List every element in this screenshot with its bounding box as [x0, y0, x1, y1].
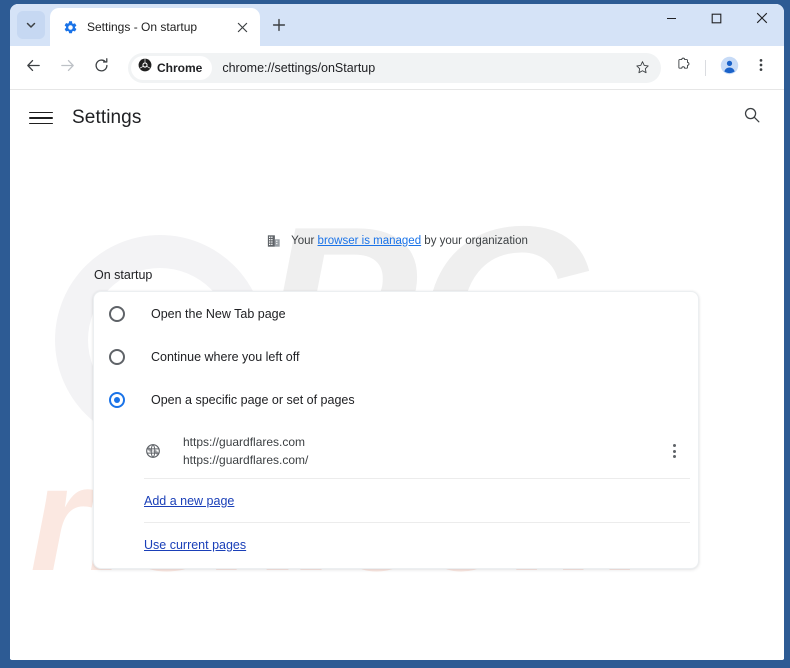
- tab-strip: Settings - On startup: [10, 4, 784, 46]
- chrome-chip-label: Chrome: [157, 61, 202, 75]
- chevron-down-icon: [25, 19, 37, 31]
- radio-label: Continue where you left off: [151, 350, 299, 364]
- browser-window: Settings - On startup: [10, 4, 784, 660]
- add-new-page-row[interactable]: Add a new page: [144, 479, 690, 523]
- star-icon[interactable]: [629, 55, 655, 81]
- settings-search-button[interactable]: [739, 104, 765, 130]
- hamburger-menu-icon[interactable]: [29, 106, 53, 130]
- on-startup-card: Open the New Tab page Continue where you…: [93, 291, 699, 569]
- startup-page-title: https://guardflares.com: [183, 433, 662, 451]
- radio-button[interactable]: [109, 306, 125, 322]
- settings-page: PC risk.com Settings: [10, 90, 784, 659]
- section-title: On startup: [94, 268, 152, 282]
- plus-icon: [272, 18, 286, 37]
- settings-gear-icon: [62, 19, 78, 35]
- minimize-button[interactable]: [649, 4, 694, 36]
- browser-menu-button[interactable]: [746, 53, 776, 83]
- managed-prefix: Your: [291, 235, 317, 247]
- maximize-icon: [711, 11, 722, 29]
- browser-tab[interactable]: Settings - On startup: [50, 8, 260, 46]
- close-window-button[interactable]: [739, 4, 784, 36]
- forward-arrow-icon: [59, 57, 76, 79]
- browser-window-frame: Settings - On startup: [0, 0, 790, 668]
- managed-banner: Your browser is managed by your organiza…: [10, 233, 784, 249]
- startup-page-menu-button[interactable]: [662, 439, 686, 463]
- globe-icon: [144, 442, 162, 460]
- reload-button[interactable]: [86, 53, 116, 83]
- settings-header: Settings: [10, 90, 784, 146]
- profile-button[interactable]: [714, 53, 744, 83]
- forward-button[interactable]: [52, 53, 82, 83]
- managed-text: Your browser is managed by your organiza…: [291, 235, 528, 247]
- puzzle-piece-icon: [676, 57, 692, 78]
- three-dot-menu-icon: [754, 58, 768, 77]
- radio-option-new-tab-page[interactable]: Open the New Tab page: [94, 292, 698, 335]
- use-current-pages-link[interactable]: Use current pages: [144, 538, 246, 552]
- radio-button-selected[interactable]: [109, 392, 125, 408]
- startup-page-text: https://guardflares.com https://guardfla…: [183, 433, 662, 469]
- toolbar-divider: [705, 60, 706, 76]
- chrome-logo-icon: [138, 58, 152, 77]
- tab-search-button[interactable]: [17, 11, 45, 39]
- minimize-icon: [666, 11, 677, 29]
- back-arrow-icon: [25, 57, 42, 79]
- startup-page-row: https://guardflares.com https://guardfla…: [144, 424, 690, 479]
- radio-option-specific-pages[interactable]: Open a specific page or set of pages: [94, 378, 698, 421]
- maximize-button[interactable]: [694, 4, 739, 36]
- radio-option-continue-where-left-off[interactable]: Continue where you left off: [94, 335, 698, 378]
- url-text[interactable]: chrome://settings/onStartup: [222, 61, 629, 75]
- three-dot-menu-icon: [673, 450, 676, 453]
- window-controls: [649, 4, 784, 46]
- close-icon[interactable]: [232, 17, 252, 37]
- use-current-pages-row[interactable]: Use current pages: [144, 523, 690, 566]
- radio-label: Open a specific page or set of pages: [151, 393, 355, 407]
- page-title: Settings: [72, 107, 141, 129]
- profile-avatar-icon: [720, 56, 739, 80]
- back-button[interactable]: [18, 53, 48, 83]
- extensions-button[interactable]: [669, 53, 699, 83]
- managed-link[interactable]: browser is managed: [318, 235, 422, 247]
- address-bar[interactable]: Chrome chrome://settings/onStartup: [128, 53, 661, 83]
- add-new-page-link[interactable]: Add a new page: [144, 494, 234, 508]
- radio-button[interactable]: [109, 349, 125, 365]
- tab-title: Settings - On startup: [87, 20, 232, 34]
- startup-page-url: https://guardflares.com/: [183, 451, 662, 469]
- reload-icon: [93, 57, 110, 79]
- office-building-icon: [266, 233, 282, 249]
- radio-label: Open the New Tab page: [151, 307, 286, 321]
- close-icon: [756, 11, 768, 29]
- new-tab-button[interactable]: [266, 14, 292, 40]
- chrome-origin-chip[interactable]: Chrome: [131, 56, 212, 80]
- three-dot-menu-icon: [673, 455, 676, 458]
- browser-toolbar: Chrome chrome://settings/onStartup: [10, 46, 784, 90]
- managed-suffix: by your organization: [421, 235, 528, 247]
- three-dot-menu-icon: [673, 444, 676, 447]
- search-icon: [743, 106, 761, 129]
